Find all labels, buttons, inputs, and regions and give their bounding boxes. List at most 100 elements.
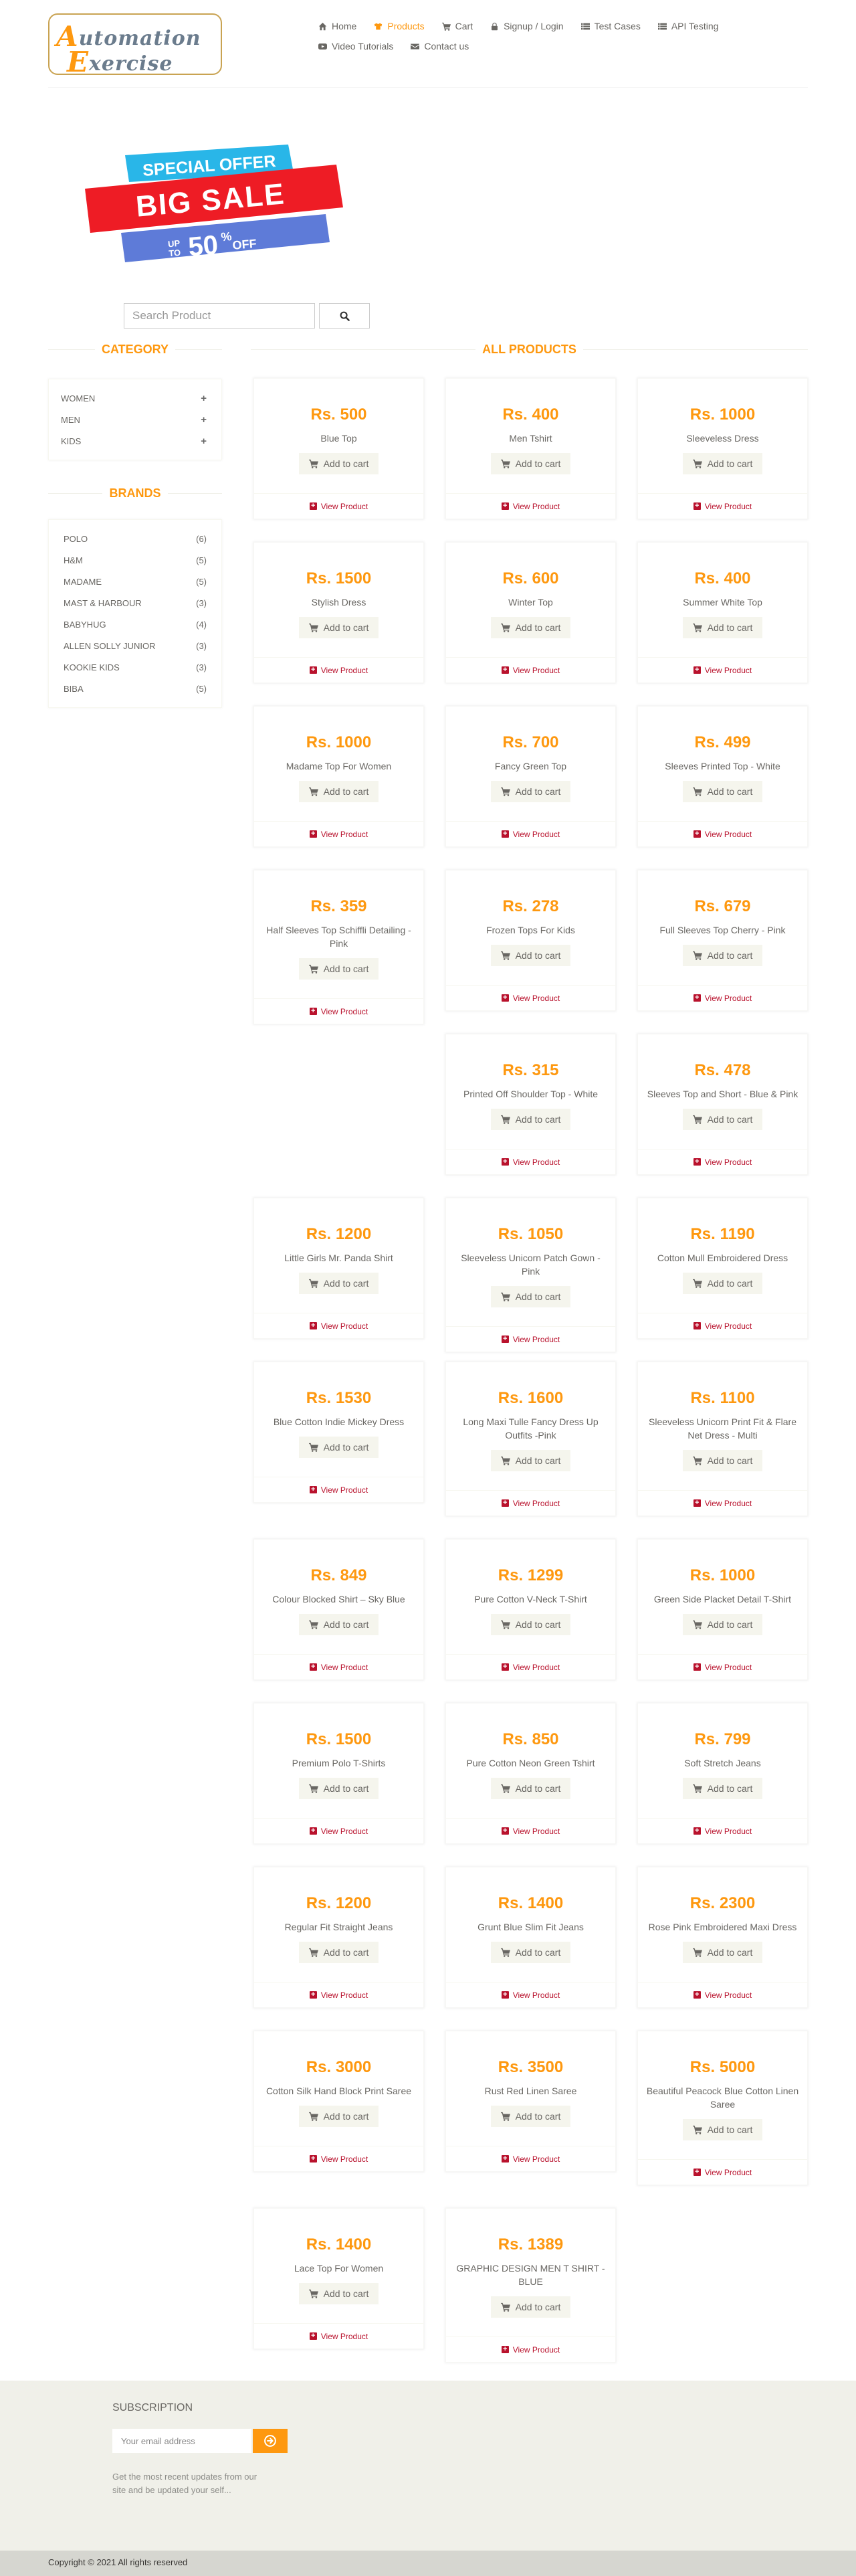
view-product-link[interactable]: + View Product — [446, 821, 615, 846]
add-to-cart-button[interactable]: Add to cart — [298, 1942, 379, 1963]
view-product-link[interactable]: + View Product — [254, 1313, 423, 1338]
nav-api-testing[interactable]: API Testing — [657, 21, 718, 31]
brand-item-hm[interactable]: H&M (5) — [49, 549, 221, 571]
add-to-cart-button[interactable]: Add to cart — [682, 1942, 763, 1963]
view-product-link[interactable]: + View Product — [638, 657, 807, 682]
add-to-cart-button[interactable]: Add to cart — [490, 453, 571, 474]
add-to-cart-button[interactable]: Add to cart — [682, 453, 763, 474]
view-product-link[interactable]: + View Product — [638, 2159, 807, 2185]
add-to-cart-button[interactable]: Add to cart — [490, 1286, 571, 1307]
view-product-link[interactable]: + View Product — [638, 493, 807, 519]
nav-home[interactable]: Home — [318, 21, 356, 31]
nav-cart[interactable]: Cart — [441, 21, 473, 31]
category-men[interactable]: Men + — [49, 409, 221, 430]
view-product-link[interactable]: + View Product — [446, 2336, 615, 2362]
brand-item-polo[interactable]: Polo (6) — [49, 528, 221, 549]
add-to-cart-button[interactable]: Add to cart — [682, 945, 763, 966]
add-to-cart-button[interactable]: Add to cart — [682, 781, 763, 802]
add-to-cart-button[interactable]: Add to cart — [682, 1109, 763, 1130]
add-to-cart-button[interactable]: Add to cart — [490, 2106, 571, 2127]
brand-item-biba[interactable]: Biba (5) — [49, 678, 221, 699]
add-to-cart-button[interactable]: Add to cart — [298, 2283, 379, 2304]
add-to-cart-button[interactable]: Add to cart — [682, 1614, 763, 1635]
add-to-cart-button[interactable]: Add to cart — [490, 945, 571, 966]
view-product-link[interactable]: + View Product — [254, 1654, 423, 1679]
search-input[interactable] — [124, 303, 315, 329]
add-to-cart-button[interactable]: Add to cart — [298, 1614, 379, 1635]
view-product-link[interactable]: + View Product — [446, 1818, 615, 1843]
brand-item-babyhug[interactable]: Babyhug (4) — [49, 614, 221, 635]
add-to-cart-button[interactable]: Add to cart — [298, 781, 379, 802]
view-product-link[interactable]: + View Product — [446, 1490, 615, 1515]
brand-item-kookie-kids[interactable]: Kookie Kids (3) — [49, 656, 221, 678]
view-product-link[interactable]: + View Product — [446, 985, 615, 1010]
view-product-link[interactable]: + View Product — [446, 1982, 615, 2007]
subscribe-email-input[interactable] — [112, 2429, 251, 2453]
add-to-cart-button[interactable]: Add to cart — [682, 1273, 763, 1294]
view-product-link[interactable]: + View Product — [638, 1654, 807, 1679]
add-to-cart-button[interactable]: Add to cart — [682, 2119, 763, 2140]
view-product-link[interactable]: + View Product — [446, 2146, 615, 2171]
view-product-link[interactable]: + View Product — [638, 1313, 807, 1338]
view-product-link[interactable]: + View Product — [446, 1326, 615, 1352]
plus-icon[interactable]: + — [201, 393, 207, 404]
view-product-link[interactable]: + View Product — [254, 493, 423, 519]
product-price: Rs. 600 — [502, 569, 559, 587]
view-product-link[interactable]: + View Product — [638, 1818, 807, 1843]
category-kids[interactable]: Kids + — [49, 430, 221, 452]
view-product-link[interactable]: + View Product — [254, 2323, 423, 2349]
add-to-cart-button[interactable]: Add to cart — [490, 617, 571, 638]
view-product-link[interactable]: + View Product — [638, 821, 807, 846]
nav-products[interactable]: Products — [374, 21, 425, 31]
add-to-cart-button[interactable]: Add to cart — [682, 1778, 763, 1799]
view-product-link[interactable]: + View Product — [446, 1654, 615, 1679]
view-product-link[interactable]: + View Product — [254, 1477, 423, 1502]
view-product-link[interactable]: + View Product — [254, 1982, 423, 2007]
brand-item-mast-harbour[interactable]: Mast & Harbour (3) — [49, 592, 221, 614]
add-to-cart-button[interactable]: Add to cart — [298, 2106, 379, 2127]
view-product-link[interactable]: + View Product — [638, 985, 807, 1010]
view-product-link[interactable]: + View Product — [254, 2146, 423, 2171]
nav-signup-login[interactable]: Signup / Login — [490, 21, 564, 31]
search-button[interactable] — [319, 303, 370, 329]
plus-icon[interactable]: + — [201, 436, 207, 447]
add-to-cart-button[interactable]: Add to cart — [298, 958, 379, 980]
cart-icon — [692, 1456, 702, 1465]
add-to-cart-button[interactable]: Add to cart — [490, 1109, 571, 1130]
add-to-cart-button[interactable]: Add to cart — [682, 1450, 763, 1471]
view-product-link[interactable]: + View Product — [638, 1149, 807, 1174]
nav-contact-us[interactable]: Contact us — [411, 41, 469, 52]
add-to-cart-button[interactable]: Add to cart — [682, 617, 763, 638]
add-to-cart-button[interactable]: Add to cart — [298, 1778, 379, 1799]
add-to-cart-button[interactable]: Add to cart — [298, 453, 379, 474]
brand-item-madame[interactable]: Madame (5) — [49, 571, 221, 592]
view-product-link[interactable]: + View Product — [254, 821, 423, 846]
nav-test-cases[interactable]: Test Cases — [580, 21, 641, 31]
add-to-cart-button[interactable]: Add to cart — [490, 1942, 571, 1963]
view-product-link[interactable]: + View Product — [638, 1982, 807, 2007]
view-product-link[interactable]: + View Product — [446, 657, 615, 682]
view-product-link[interactable]: + View Product — [254, 998, 423, 1024]
product-card: Rs. 849 Colour Blocked Shirt – Sky Blue Ad… — [253, 1539, 424, 1680]
cart-icon — [308, 787, 318, 796]
brand-item-allen-solly-junior[interactable]: Allen Solly Junior (3) — [49, 635, 221, 656]
plus-icon[interactable]: + — [201, 414, 207, 426]
view-product-link[interactable]: + View Product — [638, 1490, 807, 1515]
view-product-link[interactable]: + View Product — [446, 493, 615, 519]
add-to-cart-button[interactable]: Add to cart — [490, 1778, 571, 1799]
add-to-cart-button[interactable]: Add to cart — [490, 781, 571, 802]
view-product-link[interactable]: + View Product — [446, 1149, 615, 1174]
add-to-cart-button[interactable]: Add to cart — [298, 617, 379, 638]
view-product-link[interactable]: + View Product — [254, 1818, 423, 1843]
category-women[interactable]: Women + — [49, 387, 221, 409]
add-to-cart-button[interactable]: Add to cart — [298, 1273, 379, 1294]
add-to-cart-button[interactable]: Add to cart — [490, 2296, 571, 2318]
add-to-cart-button[interactable]: Add to cart — [298, 1437, 379, 1458]
product-info: Rs. 1000 Sleeveless Dress Add to cart — [638, 379, 807, 474]
add-to-cart-button[interactable]: Add to cart — [490, 1450, 571, 1471]
subscribe-button[interactable] — [253, 2429, 288, 2453]
nav-video-tutorials[interactable]: Video Tutorials — [318, 41, 393, 52]
site-logo[interactable]: Automation Exercise — [48, 13, 222, 76]
view-product-link[interactable]: + View Product — [254, 657, 423, 682]
add-to-cart-button[interactable]: Add to cart — [490, 1614, 571, 1635]
